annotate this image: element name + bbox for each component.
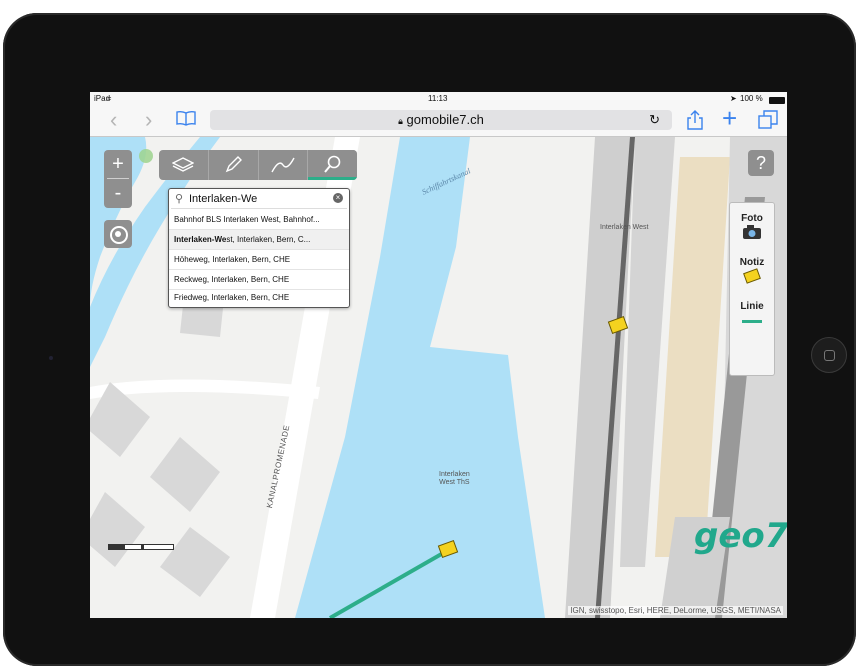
search-icon: ⚲ (175, 193, 184, 205)
note-icon (743, 268, 761, 284)
stop-label: Interlaken West ThS (439, 471, 470, 486)
draw-tool[interactable] (209, 150, 259, 180)
url-text: gomobile7.ch (406, 112, 484, 127)
layers-icon (172, 157, 195, 172)
address-bar[interactable]: 🔒︎ gomobile7.ch ↻ (210, 110, 672, 130)
back-button[interactable]: ‹ (110, 108, 117, 132)
search-icon (323, 155, 340, 173)
forward-button[interactable]: › (145, 108, 152, 132)
suggestion-item[interactable]: Höheweg, Interlaken, Bern, CHE (169, 250, 349, 270)
location-icon: ➤ (730, 94, 737, 103)
zoom-control: + - (104, 150, 132, 208)
linie-button[interactable]: Linie (730, 301, 774, 323)
locate-button[interactable] (104, 220, 132, 248)
help-button[interactable]: ? (748, 150, 774, 176)
new-tab-icon[interactable]: + (722, 105, 737, 131)
brand-logo: geo7 (694, 516, 787, 556)
clear-icon[interactable]: × (333, 193, 343, 203)
search-field: ⚲ × (171, 190, 347, 209)
search-input[interactable] (189, 191, 327, 206)
wifi-icon: ≈ (107, 94, 112, 103)
pencil-icon (225, 156, 243, 173)
suggestion-item[interactable]: Interlaken-West, Interlaken, Bern, C... (169, 230, 349, 250)
reload-icon[interactable]: ↻ (649, 110, 660, 130)
ipad-frame: iPad ≈ 11:13 ➤ 100 % ‹ › 🔒︎ gomobile7.ch… (3, 13, 856, 666)
camera-icon (743, 225, 761, 239)
suggestion-item[interactable]: Reckweg, Interlaken, Bern, CHE (169, 270, 349, 290)
curve-icon (271, 157, 295, 173)
status-bar: iPad ≈ 11:13 ➤ 100 % (90, 92, 787, 106)
suggestion-item[interactable]: Friedweg, Interlaken, Bern, CHE (169, 290, 349, 306)
share-icon[interactable] (687, 110, 703, 135)
search-tool[interactable] (308, 150, 357, 180)
battery-percent: 100 % (740, 94, 763, 103)
line-icon (742, 320, 762, 323)
foto-button[interactable]: Foto (730, 213, 774, 245)
home-button[interactable] (811, 337, 847, 373)
status-time: 11:13 (428, 94, 448, 103)
scale-bar (108, 544, 174, 550)
search-panel: ⚲ × Bahnhof BLS Interlaken West, Bahnhof… (168, 188, 350, 308)
bookmarks-icon[interactable] (176, 108, 196, 132)
gps-marker (139, 149, 153, 163)
screen: iPad ≈ 11:13 ➤ 100 % ‹ › 🔒︎ gomobile7.ch… (90, 92, 787, 618)
lock-icon: 🔒︎ (398, 116, 403, 126)
front-camera (49, 356, 53, 360)
layers-tool[interactable] (159, 150, 209, 180)
zoom-in-button[interactable]: + (104, 150, 132, 178)
tabs-icon[interactable] (758, 110, 778, 135)
tool-bar (159, 150, 357, 180)
notiz-button[interactable]: Notiz (730, 257, 774, 289)
map-attribution: IGN, swisstopo, Esri, HERE, DeLorme, USG… (568, 606, 783, 615)
capture-panel: Foto Notiz Linie (729, 202, 775, 376)
suggestion-item[interactable]: Bahnhof BLS Interlaken West, Bahnhof... (169, 210, 349, 230)
line-tool[interactable] (259, 150, 309, 180)
browser-toolbar: ‹ › 🔒︎ gomobile7.ch ↻ + (90, 105, 787, 137)
zoom-out-button[interactable]: - (104, 179, 132, 207)
station-label: Interlaken West (600, 224, 649, 231)
